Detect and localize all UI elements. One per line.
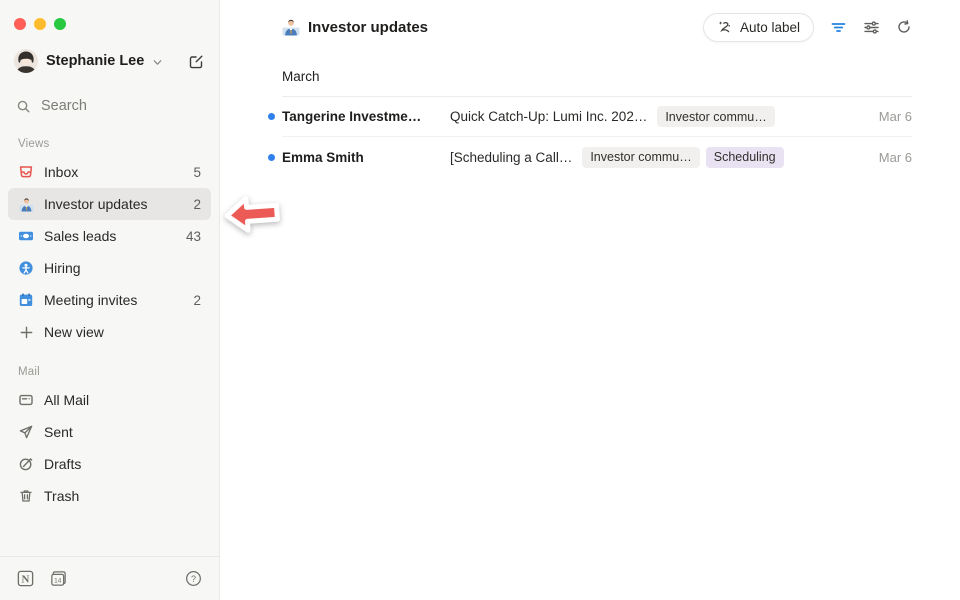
plus-icon	[18, 324, 34, 340]
email-row-emma-smith[interactable]: Emma Smith [Scheduling a Call… Investor …	[282, 137, 912, 177]
refresh-icon[interactable]	[896, 19, 912, 35]
search-input[interactable]: Search	[0, 92, 219, 120]
label-chip-investor-communications[interactable]: Investor commu…	[657, 106, 774, 127]
sidebar-item-hiring[interactable]: Hiring	[8, 252, 211, 284]
email-tags: Investor commu… Scheduling	[582, 147, 783, 168]
sidebar-item-trash[interactable]: Trash	[8, 480, 211, 512]
meeting-invites-count: 2	[193, 293, 201, 308]
minimize-window-button[interactable]	[34, 18, 46, 30]
sidebar-item-sales-leads[interactable]: Sales leads 43	[8, 220, 211, 252]
unread-dot	[268, 113, 275, 120]
label-chip-investor-communications[interactable]: Investor commu…	[582, 147, 699, 168]
mail-nav: All Mail Sent Drafts	[0, 384, 219, 512]
sidebar-item-new-view[interactable]: New view	[8, 316, 211, 348]
chevron-down-icon	[152, 57, 163, 68]
svg-text:N: N	[22, 574, 30, 586]
email-sender: Tangerine Investme…	[282, 109, 432, 124]
trash-icon	[18, 488, 34, 504]
sidebar-item-inbox[interactable]: Inbox 5	[8, 156, 211, 188]
sparkle-wand-icon	[717, 19, 733, 35]
auto-label-button-label: Auto label	[740, 20, 800, 35]
dollar-banknote-icon	[18, 228, 34, 244]
close-window-button[interactable]	[14, 18, 26, 30]
sidebar-item-drafts[interactable]: Drafts	[8, 448, 211, 480]
help-icon[interactable]: ?	[184, 569, 203, 588]
sidebar-item-sent[interactable]: Sent	[8, 416, 211, 448]
inbox-icon	[18, 164, 34, 180]
email-date: Mar 6	[879, 150, 912, 165]
notion-logo-icon[interactable]: N	[16, 569, 35, 588]
sidebar-footer: N 14 ?	[0, 556, 219, 600]
search-icon	[16, 99, 31, 114]
auto-label-button[interactable]: Auto label	[703, 13, 814, 42]
profile-switcher[interactable]: Stephanie Lee	[0, 46, 219, 76]
search-placeholder: Search	[41, 98, 87, 114]
email-subject: Quick Catch-Up: Lumi Inc. 202…	[450, 109, 647, 124]
account-name: Stephanie Lee	[46, 53, 144, 69]
calendar-icon	[18, 292, 34, 308]
window-controls	[0, 0, 219, 30]
unread-dot	[268, 154, 275, 161]
inbox-count: 5	[193, 165, 201, 180]
email-row-tangerine[interactable]: Tangerine Investme… Quick Catch-Up: Lumi…	[282, 97, 912, 137]
office-worker-icon	[18, 196, 34, 212]
email-sender: Emma Smith	[282, 150, 432, 165]
sales-leads-count: 43	[186, 229, 201, 244]
compose-icon[interactable]	[188, 53, 205, 70]
svg-text:14: 14	[54, 577, 62, 584]
mail-section-label: Mail	[0, 366, 219, 378]
zoom-window-button[interactable]	[54, 18, 66, 30]
email-tags: Investor commu…	[657, 106, 774, 127]
page-title: Investor updates	[308, 19, 428, 36]
office-worker-icon	[282, 18, 300, 36]
sidebar-item-all-mail[interactable]: All Mail	[8, 384, 211, 416]
email-date: Mar 6	[879, 109, 912, 124]
main-panel: Investor updates Auto label	[220, 0, 960, 600]
month-group-header: March	[282, 68, 912, 97]
calendar-app-icon[interactable]: 14	[49, 569, 68, 588]
filter-icon[interactable]	[830, 19, 847, 36]
views-nav: Inbox 5 Investor updates 2	[0, 156, 219, 348]
avatar	[14, 49, 38, 73]
header-controls: Auto label	[703, 13, 912, 42]
view-header: Investor updates Auto label	[282, 12, 912, 42]
send-icon	[18, 424, 34, 440]
sidebar: Stephanie Lee Search Views	[0, 0, 220, 600]
person-circle-icon	[18, 260, 34, 276]
sidebar-item-meeting-invites[interactable]: Meeting invites 2	[8, 284, 211, 316]
sliders-icon[interactable]	[863, 19, 880, 36]
svg-text:?: ?	[191, 574, 196, 584]
email-subject: [Scheduling a Call…	[450, 150, 572, 165]
month-label: March	[282, 69, 320, 84]
investor-updates-count: 2	[193, 197, 201, 212]
views-section-label: Views	[0, 138, 219, 150]
sidebar-item-investor-updates[interactable]: Investor updates 2	[8, 188, 211, 220]
email-list: Tangerine Investme… Quick Catch-Up: Lumi…	[282, 97, 912, 177]
all-mail-icon	[18, 392, 34, 408]
drafts-icon	[18, 456, 34, 472]
label-chip-scheduling[interactable]: Scheduling	[706, 147, 784, 168]
